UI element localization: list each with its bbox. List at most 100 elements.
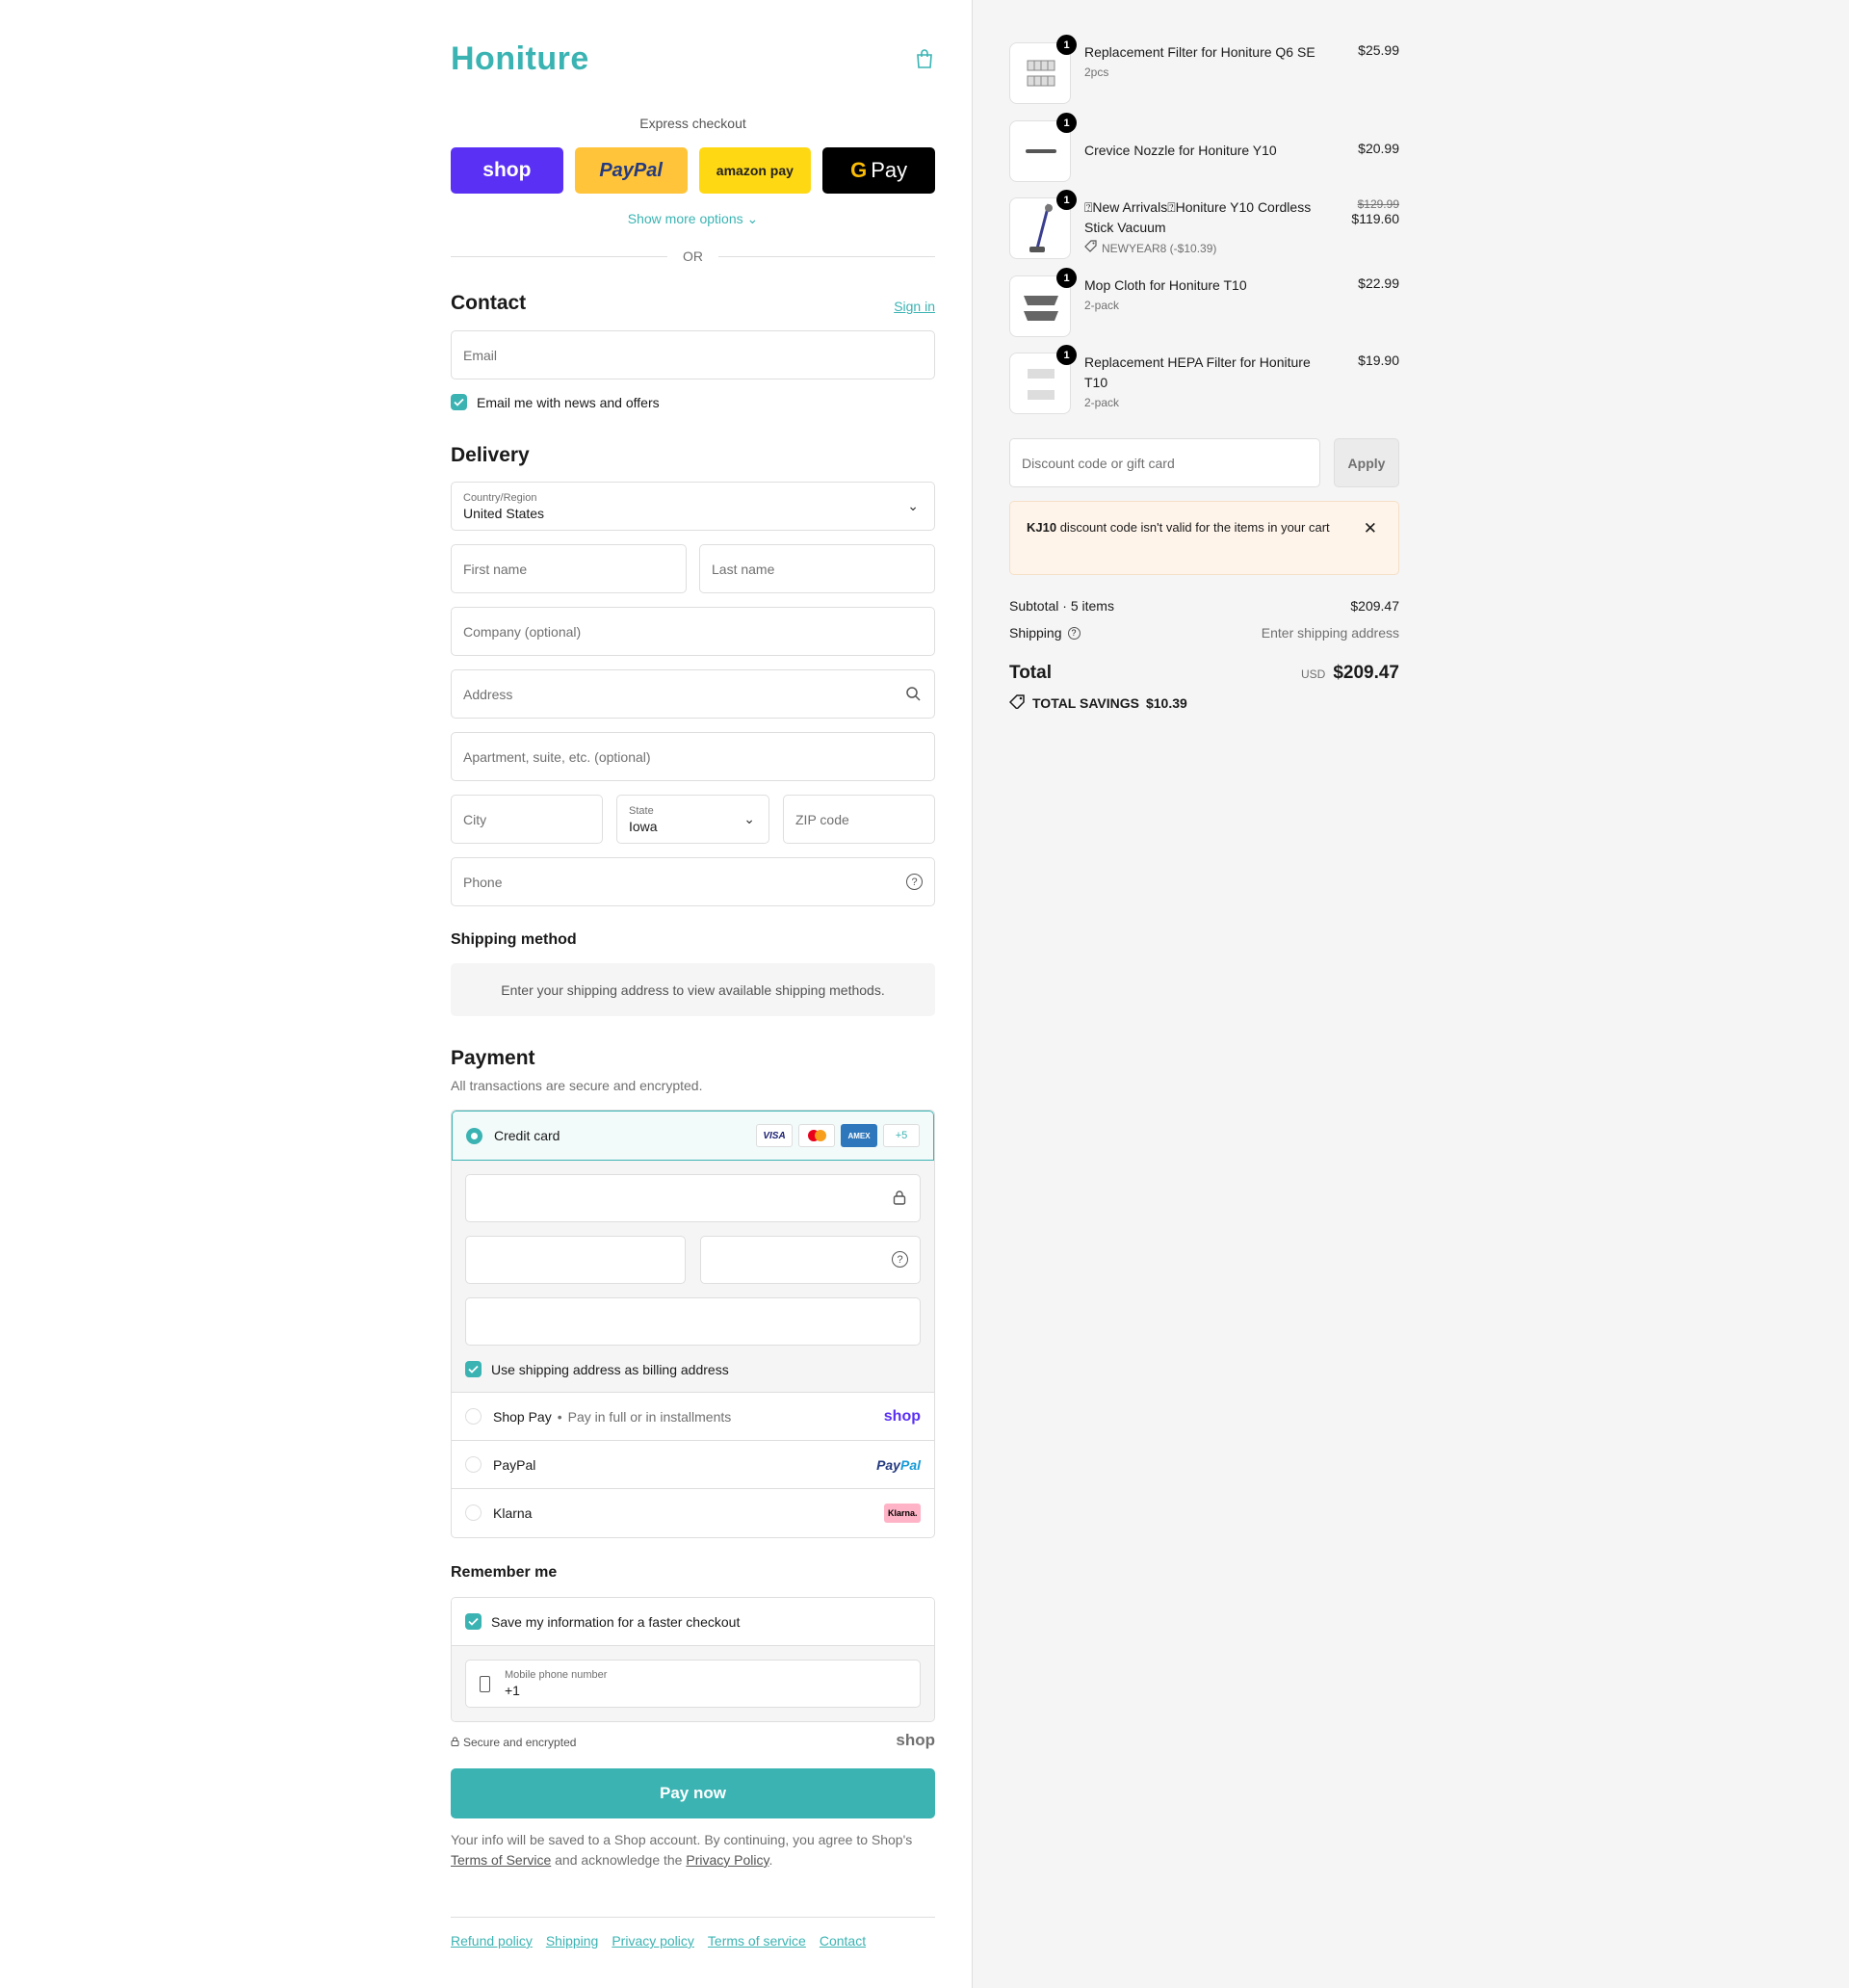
help-icon[interactable]: ?	[906, 874, 923, 890]
chevron-down-icon: ⌄	[907, 498, 919, 513]
country-select[interactable]: Country/Region United States ⌄	[451, 482, 935, 531]
card-number-field[interactable]	[465, 1174, 921, 1222]
checkbox-checked-icon[interactable]	[451, 394, 467, 410]
lock-icon	[893, 1190, 906, 1208]
shop-logo-icon: shop	[896, 1731, 935, 1749]
sign-in-link[interactable]: Sign in	[894, 299, 935, 314]
card-details-panel: ? Use shipping address as billing addres…	[452, 1161, 934, 1392]
express-checkout-label: Express checkout	[639, 116, 746, 131]
paypal-option[interactable]: PayPal PayPal	[452, 1440, 934, 1488]
pay-now-button[interactable]: Pay now	[451, 1768, 935, 1818]
discount-error-banner: KJ10 discount code isn't valid for the i…	[1009, 501, 1399, 575]
first-name-field[interactable]: First name	[451, 544, 687, 593]
or-divider: OR	[451, 247, 935, 266]
shop-pay-express-button[interactable]: shop	[451, 147, 563, 194]
klarna-logo-icon: Klarna.	[884, 1503, 921, 1523]
discount-code-input[interactable]: Discount code or gift card	[1009, 438, 1320, 487]
quantity-badge: 1	[1056, 190, 1077, 210]
klarna-option[interactable]: Klarna Klarna.	[452, 1488, 934, 1536]
legal-text: Your info will be saved to a Shop accoun…	[451, 1832, 913, 1868]
remember-me-box: Save my information for a faster checkou…	[451, 1597, 935, 1722]
close-icon[interactable]: ✕	[1364, 518, 1377, 538]
help-icon[interactable]: ?	[1067, 626, 1081, 640]
amazon-pay-express-button[interactable]: amazon pay	[698, 147, 812, 194]
mobile-phone-field[interactable]: Mobile phone number +1	[465, 1660, 921, 1708]
last-name-field[interactable]: Last name	[699, 544, 935, 593]
secure-notice: Secure and encrypted	[451, 1736, 576, 1749]
credit-card-option[interactable]: Credit card VISA AMEX +5	[452, 1111, 934, 1161]
payment-subtitle: All transactions are secure and encrypte…	[451, 1078, 703, 1093]
phone-field[interactable]: Phone ?	[451, 857, 935, 906]
chevron-down-icon: ⌄	[746, 211, 759, 226]
save-info-checkbox-row[interactable]: Save my information for a faster checkou…	[452, 1598, 934, 1645]
radio-selected-icon[interactable]	[466, 1127, 482, 1144]
subtotal-value: $209.47	[1350, 598, 1399, 614]
help-icon[interactable]: ?	[892, 1251, 908, 1268]
delivery-heading: Delivery	[451, 444, 530, 466]
total-value: USD $209.47	[1300, 663, 1399, 683]
radio-icon[interactable]	[465, 1408, 482, 1425]
security-code-field[interactable]: ?	[700, 1236, 921, 1284]
product-thumbnail: 1	[1009, 345, 1077, 414]
more-cards-badge: +5	[883, 1124, 920, 1147]
quantity-badge: 1	[1056, 345, 1077, 365]
remember-me-heading: Remember me	[451, 1564, 558, 1581]
contact-heading: Contact	[451, 292, 527, 314]
product-thumbnail: 1	[1009, 35, 1077, 104]
shipping-value: Enter shipping address	[1261, 625, 1399, 641]
quantity-badge: 1	[1056, 113, 1077, 133]
footer-refund-policy-link[interactable]: Refund policy	[451, 1933, 533, 1949]
amex-icon: AMEX	[841, 1124, 877, 1147]
paypal-express-button[interactable]: PayPal	[574, 147, 688, 194]
google-g-icon: G	[850, 158, 868, 182]
city-field[interactable]: City	[451, 795, 603, 844]
shipping-method-notice: Enter your shipping address to view avai…	[451, 963, 935, 1016]
company-field[interactable]: Company (optional)	[451, 607, 935, 656]
terms-of-service-link[interactable]: Terms of Service	[451, 1852, 551, 1868]
checkbox-checked-icon[interactable]	[465, 1361, 482, 1377]
show-more-options-link[interactable]: Show more options ⌄	[451, 211, 935, 227]
lock-icon	[451, 1736, 459, 1749]
brand-logo[interactable]: Honiture	[451, 40, 589, 78]
shop-pay-option[interactable]: Shop Pay • Pay in full or in installment…	[452, 1392, 934, 1440]
name-on-card-field[interactable]	[465, 1297, 921, 1346]
footer-terms-link[interactable]: Terms of service	[708, 1933, 806, 1949]
zip-field[interactable]: ZIP code	[783, 795, 935, 844]
subtotal-label: Subtotal · 5 items	[1009, 598, 1114, 614]
tag-icon	[1008, 694, 1026, 712]
footer-shipping-link[interactable]: Shipping	[546, 1933, 599, 1949]
cart-item: 1 Mop Cloth for Honiture T10 2-pack $22.9…	[1009, 268, 1399, 337]
shop-logo-icon: shop	[883, 1407, 921, 1425]
expiry-field[interactable]	[465, 1236, 686, 1284]
address-field[interactable]: Address	[451, 669, 935, 719]
total-label: Total	[1009, 663, 1052, 683]
footer-divider	[451, 1917, 935, 1918]
shipping-label: Shipping ?	[1009, 625, 1081, 641]
footer-privacy-policy-link[interactable]: Privacy policy	[612, 1933, 694, 1949]
cart-item: 1 Crevice Nozzle for Honiture Y10 $20.99	[1009, 113, 1399, 182]
chevron-down-icon: ⌄	[743, 811, 755, 826]
google-pay-express-button[interactable]: G Pay	[822, 147, 935, 194]
product-thumbnail: 1	[1009, 268, 1077, 337]
cart-item: 1 Replacement HEPA Filter for Honiture T…	[1009, 345, 1399, 414]
newsletter-checkbox-row[interactable]: Email me with news and offers	[451, 394, 660, 410]
state-select[interactable]: State Iowa ⌄	[616, 795, 769, 844]
checkbox-checked-icon[interactable]	[465, 1613, 482, 1630]
apply-discount-button[interactable]: Apply	[1334, 438, 1399, 487]
payment-methods: Credit card VISA AMEX +5 ? Use shipping …	[451, 1110, 935, 1538]
apartment-field[interactable]: Apartment, suite, etc. (optional)	[451, 732, 935, 781]
billing-same-checkbox-row[interactable]: Use shipping address as billing address	[465, 1361, 729, 1377]
radio-icon[interactable]	[465, 1504, 482, 1521]
mastercard-icon	[798, 1124, 835, 1147]
search-icon	[906, 687, 921, 704]
email-field[interactable]: Email	[451, 330, 935, 379]
product-thumbnail: 1	[1009, 113, 1077, 182]
bag-icon[interactable]	[916, 49, 933, 68]
total-savings: TOTAL SAVINGS $10.39	[1008, 694, 1187, 712]
radio-icon[interactable]	[465, 1456, 482, 1473]
product-thumbnail: 1	[1009, 190, 1077, 259]
footer-contact-link[interactable]: Contact	[820, 1933, 866, 1949]
privacy-policy-link[interactable]: Privacy Policy	[686, 1852, 768, 1868]
phone-icon	[480, 1676, 490, 1692]
footer-links: Refund policy Shipping Privacy policy Te…	[451, 1933, 866, 1949]
